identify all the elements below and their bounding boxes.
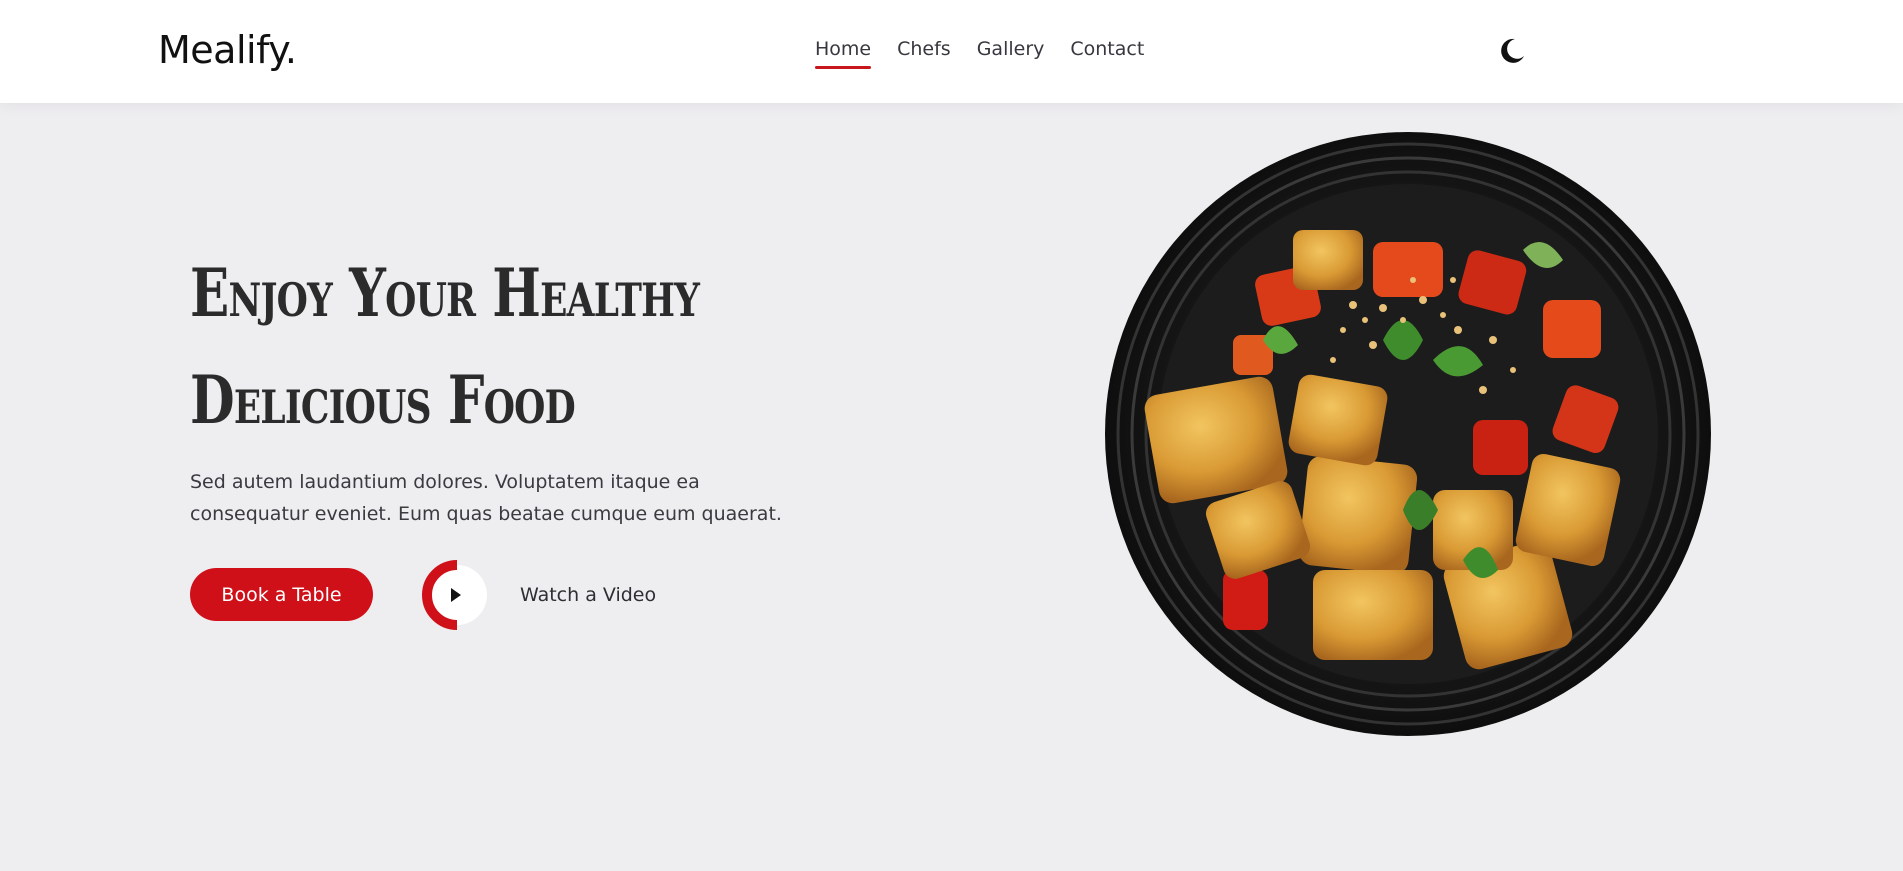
book-table-button[interactable]: Book a Table	[190, 568, 373, 621]
watch-video-button[interactable]: Watch a Video	[422, 560, 656, 630]
theme-toggle-button[interactable]	[1497, 36, 1527, 66]
watch-video-label: Watch a Video	[520, 584, 657, 606]
logo-text: Mealify	[158, 28, 285, 72]
play-ring	[422, 560, 492, 630]
hero-title: Enjoy Your Healthy Delicious Food	[190, 240, 700, 454]
play-icon	[422, 560, 487, 630]
nav-contact[interactable]: Contact	[1070, 38, 1144, 69]
food-plate-image	[1103, 130, 1713, 738]
nav-chefs[interactable]: Chefs	[897, 38, 951, 69]
hero-title-line-2: Delicious Food	[190, 361, 576, 439]
site-header: Mealify. Home Chefs Gallery Contact	[0, 0, 1903, 103]
nav-gallery[interactable]: Gallery	[977, 38, 1045, 69]
logo[interactable]: Mealify.	[158, 28, 297, 72]
hero-title-line-1: Enjoy Your Healthy	[190, 254, 700, 332]
hero-description: Sed autem laudantium dolores. Voluptatem…	[190, 471, 782, 525]
main-nav: Home Chefs Gallery Contact	[815, 38, 1144, 69]
moon-icon	[1501, 38, 1524, 63]
logo-dot: .	[284, 28, 297, 72]
nav-home[interactable]: Home	[815, 38, 872, 69]
